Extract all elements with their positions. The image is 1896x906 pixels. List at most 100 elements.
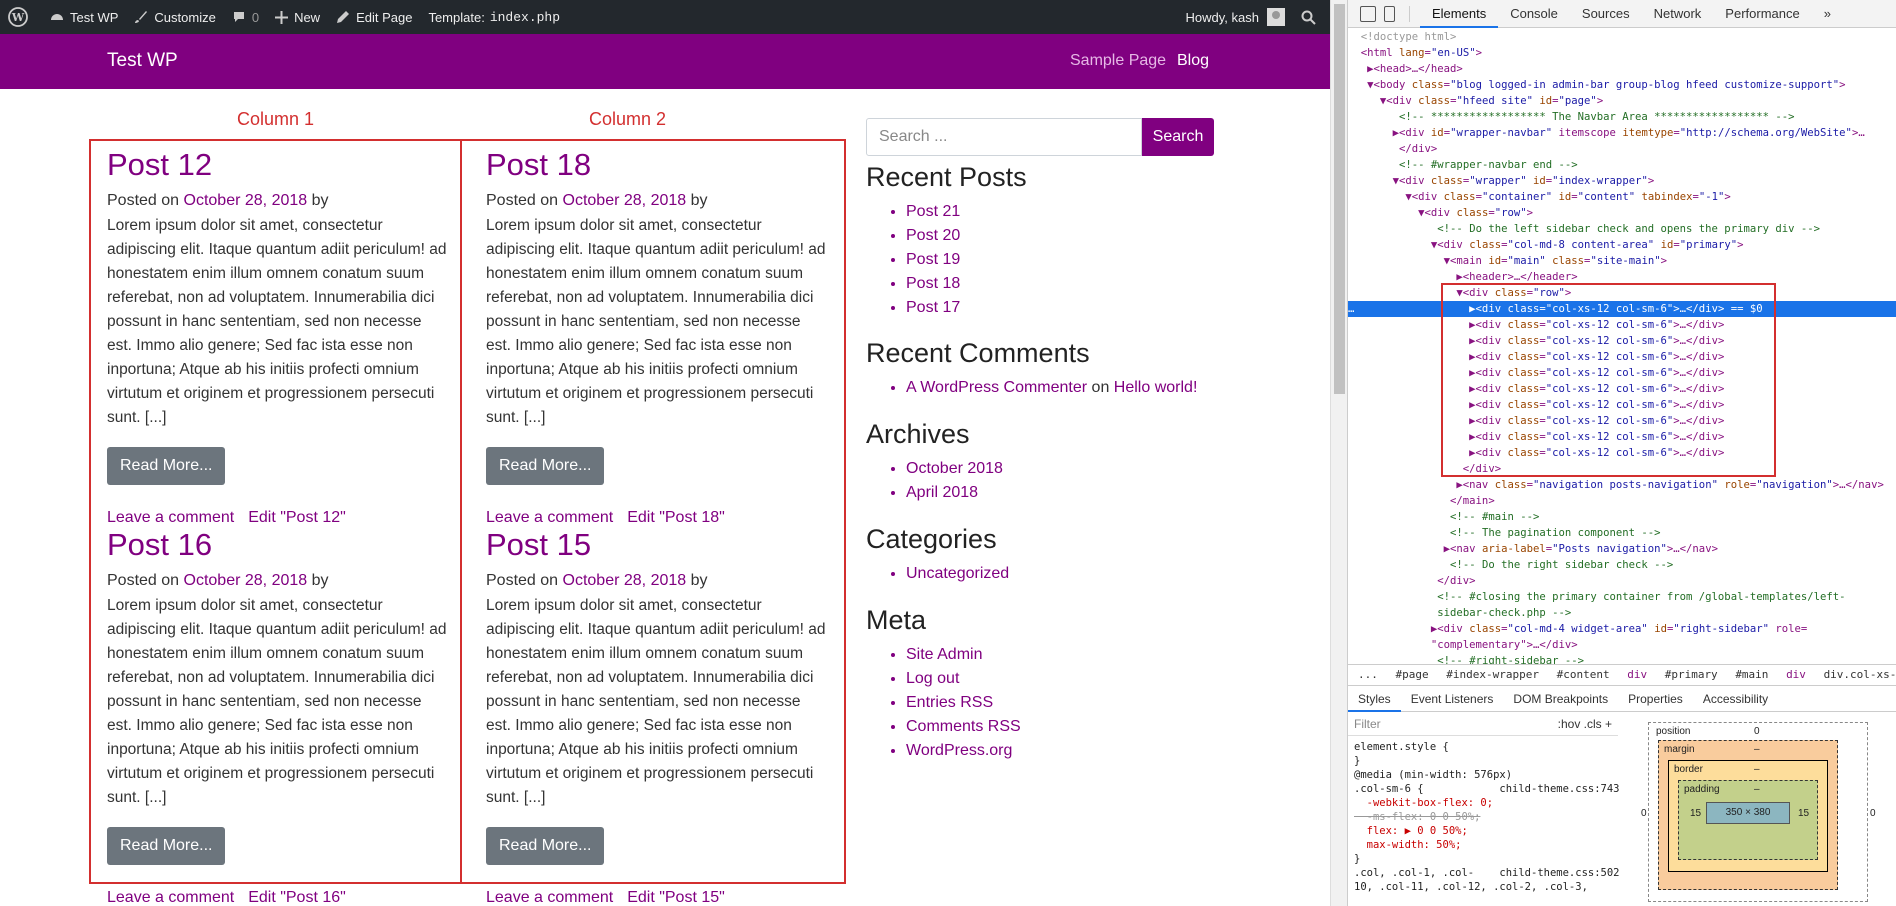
dom-node[interactable]: sidebar-check.php --> <box>1348 605 1896 621</box>
edit-post-link[interactable]: Edit "Post 18" <box>627 509 725 526</box>
post-date-link[interactable]: October 28, 2018 <box>563 192 687 209</box>
meta-link-wordpress-org[interactable]: WordPress.org <box>906 739 1216 763</box>
style-rule-line[interactable]: 10, .col-11, .col-12, .col-2, .col-3, <box>1354 880 1612 894</box>
dom-node[interactable]: ▼<div class="row"> <box>1348 205 1896 221</box>
post-title-link[interactable]: Post 12 <box>107 146 447 184</box>
breadcrumb-item[interactable]: div <box>1627 668 1647 681</box>
dom-node[interactable]: <!-- #main --> <box>1348 509 1896 525</box>
read-more-button[interactable]: Read More... <box>107 447 226 485</box>
inspect-element-icon[interactable] <box>1360 5 1376 22</box>
tab-styles[interactable]: Styles <box>1348 686 1401 712</box>
dom-node[interactable]: <!-- ****************** The Navbar Area … <box>1348 109 1896 125</box>
archive-link[interactable]: October 2018 <box>906 457 1216 481</box>
admin-bar-search[interactable] <box>1293 0 1330 34</box>
leave-comment-link[interactable]: Leave a comment <box>486 509 613 526</box>
breadcrumb-item[interactable]: div.col-xs-12.col-sm-6 <box>1824 668 1896 681</box>
read-more-button[interactable]: Read More... <box>486 827 605 865</box>
search-input[interactable]: Search ... <box>866 118 1142 156</box>
tab-properties[interactable]: Properties <box>1618 686 1693 712</box>
tab-accessibility[interactable]: Accessibility <box>1693 686 1778 712</box>
recent-post-link[interactable]: Post 19 <box>906 248 1216 272</box>
scrollbar-thumb[interactable] <box>1334 4 1345 394</box>
edit-post-link[interactable]: Edit "Post 15" <box>627 889 725 906</box>
dom-node[interactable]: <!-- Do the left sidebar check and opens… <box>1348 221 1896 237</box>
tab-event-listeners[interactable]: Event Listeners <box>1401 686 1504 712</box>
admin-bar-comments[interactable]: 0 <box>224 0 267 34</box>
recent-post-link[interactable]: Post 21 <box>906 200 1216 224</box>
dom-node[interactable]: </main> <box>1348 493 1896 509</box>
breadcrumb-item[interactable]: #page <box>1396 668 1429 681</box>
dom-node[interactable]: </div> <box>1348 141 1896 157</box>
style-rule-line[interactable]: .col, .col-1, .col- child-theme.css:502 <box>1354 866 1620 880</box>
meta-link-entries-rss[interactable]: Entries RSS <box>906 691 1216 715</box>
dom-node[interactable]: ▼<body class="blog logged-in admin-bar g… <box>1348 77 1896 93</box>
read-more-button[interactable]: Read More... <box>486 447 605 485</box>
edit-post-link[interactable]: Edit "Post 12" <box>248 509 346 526</box>
read-more-button[interactable]: Read More... <box>107 827 226 865</box>
styles-filter-input[interactable]: Filter <box>1354 717 1381 731</box>
admin-bar-site[interactable]: Test WP <box>42 0 126 34</box>
edit-post-link[interactable]: Edit "Post 16" <box>248 889 346 906</box>
leave-comment-link[interactable]: Leave a comment <box>486 889 613 906</box>
breadcrumb-item[interactable]: #primary <box>1665 668 1718 681</box>
style-rule-line[interactable]: .col-sm-6 { child-theme.css:743 <box>1354 782 1620 796</box>
dom-node[interactable]: <!-- #closing the primary container from… <box>1348 589 1896 605</box>
style-rule-line[interactable]: } <box>1354 754 1612 768</box>
style-rule-line[interactable]: @media (min-width: 576px) <box>1354 768 1612 782</box>
style-rule-line[interactable]: -webkit-box-flex: 0; <box>1354 796 1612 810</box>
devtools-tab-more[interactable]: » <box>1812 0 1843 28</box>
dom-node[interactable]: ▶<head>…</head> <box>1348 61 1896 77</box>
category-link[interactable]: Uncategorized <box>906 562 1216 586</box>
recent-post-link[interactable]: Post 20 <box>906 224 1216 248</box>
leave-comment-link[interactable]: Leave a comment <box>107 509 234 526</box>
style-rule-line[interactable]: flex: ▶ 0 0 50%; <box>1354 824 1612 838</box>
dom-node[interactable]: ▶<div class="col-md-4 widget-area" id="r… <box>1348 621 1896 637</box>
nav-link-blog[interactable]: Blog <box>1177 52 1209 70</box>
recent-post-link[interactable]: Post 18 <box>906 272 1216 296</box>
devtools-tab-performance[interactable]: Performance <box>1713 0 1811 28</box>
dom-node[interactable]: ▼<div class="col-md-8 content-area" id="… <box>1348 237 1896 253</box>
comment-post-link[interactable]: Hello world! <box>1114 379 1198 396</box>
breadcrumb-item[interactable]: div <box>1786 668 1806 681</box>
dom-node[interactable]: ▼<div class="container" id="content" tab… <box>1348 189 1896 205</box>
site-title-link[interactable]: Test WP <box>107 50 178 72</box>
dom-node[interactable]: ▶<div id="wrapper-navbar" itemscope item… <box>1348 125 1896 141</box>
style-rule-line[interactable]: max-width: 50%; <box>1354 838 1612 852</box>
dom-node[interactable]: ▼<div class="hfeed site" id="page"> <box>1348 93 1896 109</box>
dom-node[interactable]: <!doctype html> <box>1348 29 1896 45</box>
post-date-link[interactable]: October 28, 2018 <box>184 572 308 589</box>
style-rule-line[interactable]: element.style { <box>1354 740 1612 754</box>
dom-node[interactable]: <!-- #wrapper-navbar end --> <box>1348 157 1896 173</box>
devtools-tab-sources[interactable]: Sources <box>1570 0 1642 28</box>
admin-bar-account[interactable]: Howdy, kash <box>1178 0 1293 34</box>
breadcrumb-item[interactable]: #main <box>1735 668 1768 681</box>
style-rule-line[interactable]: } <box>1354 852 1612 866</box>
admin-bar-new[interactable]: New <box>267 0 328 34</box>
post-date-link[interactable]: October 28, 2018 <box>184 192 308 209</box>
leave-comment-link[interactable]: Leave a comment <box>107 889 234 906</box>
search-button[interactable]: Search <box>1142 118 1214 156</box>
meta-link-comments-rss[interactable]: Comments RSS <box>906 715 1216 739</box>
style-rule-line[interactable]: -ms-flex: 0 0 50%; <box>1354 810 1612 824</box>
dom-node[interactable]: ▼<div class="wrapper" id="index-wrapper"… <box>1348 173 1896 189</box>
device-toolbar-icon[interactable] <box>1384 5 1395 22</box>
meta-link-site-admin[interactable]: Site Admin <box>906 643 1216 667</box>
dom-node[interactable]: "complementary">…</div> <box>1348 637 1896 653</box>
archive-link[interactable]: April 2018 <box>906 481 1216 505</box>
post-title-link[interactable]: Post 15 <box>486 526 826 564</box>
dom-node[interactable]: <!-- Do the right sidebar check --> <box>1348 557 1896 573</box>
breadcrumb-item[interactable]: #content <box>1557 668 1610 681</box>
dom-node[interactable]: ▶<nav class="navigation posts-navigation… <box>1348 477 1896 493</box>
devtools-tab-network[interactable]: Network <box>1642 0 1714 28</box>
tab-dom-breakpoints[interactable]: DOM Breakpoints <box>1503 686 1618 712</box>
admin-bar-customize[interactable]: Customize <box>126 0 223 34</box>
devtools-tab-console[interactable]: Console <box>1498 0 1570 28</box>
admin-bar-template[interactable]: Template: index.php <box>420 0 568 34</box>
breadcrumb-item[interactable]: #index-wrapper <box>1446 668 1539 681</box>
dom-node[interactable]: ▶<nav aria-label="Posts navigation">…</n… <box>1348 541 1896 557</box>
meta-link-log-out[interactable]: Log out <box>906 667 1216 691</box>
dom-node[interactable]: ▼<main id="main" class="site-main"> <box>1348 253 1896 269</box>
admin-bar-edit-page[interactable]: Edit Page <box>328 0 420 34</box>
breadcrumb-item[interactable]: ... <box>1358 668 1378 681</box>
nav-link-sample-page[interactable]: Sample Page <box>1070 52 1166 70</box>
